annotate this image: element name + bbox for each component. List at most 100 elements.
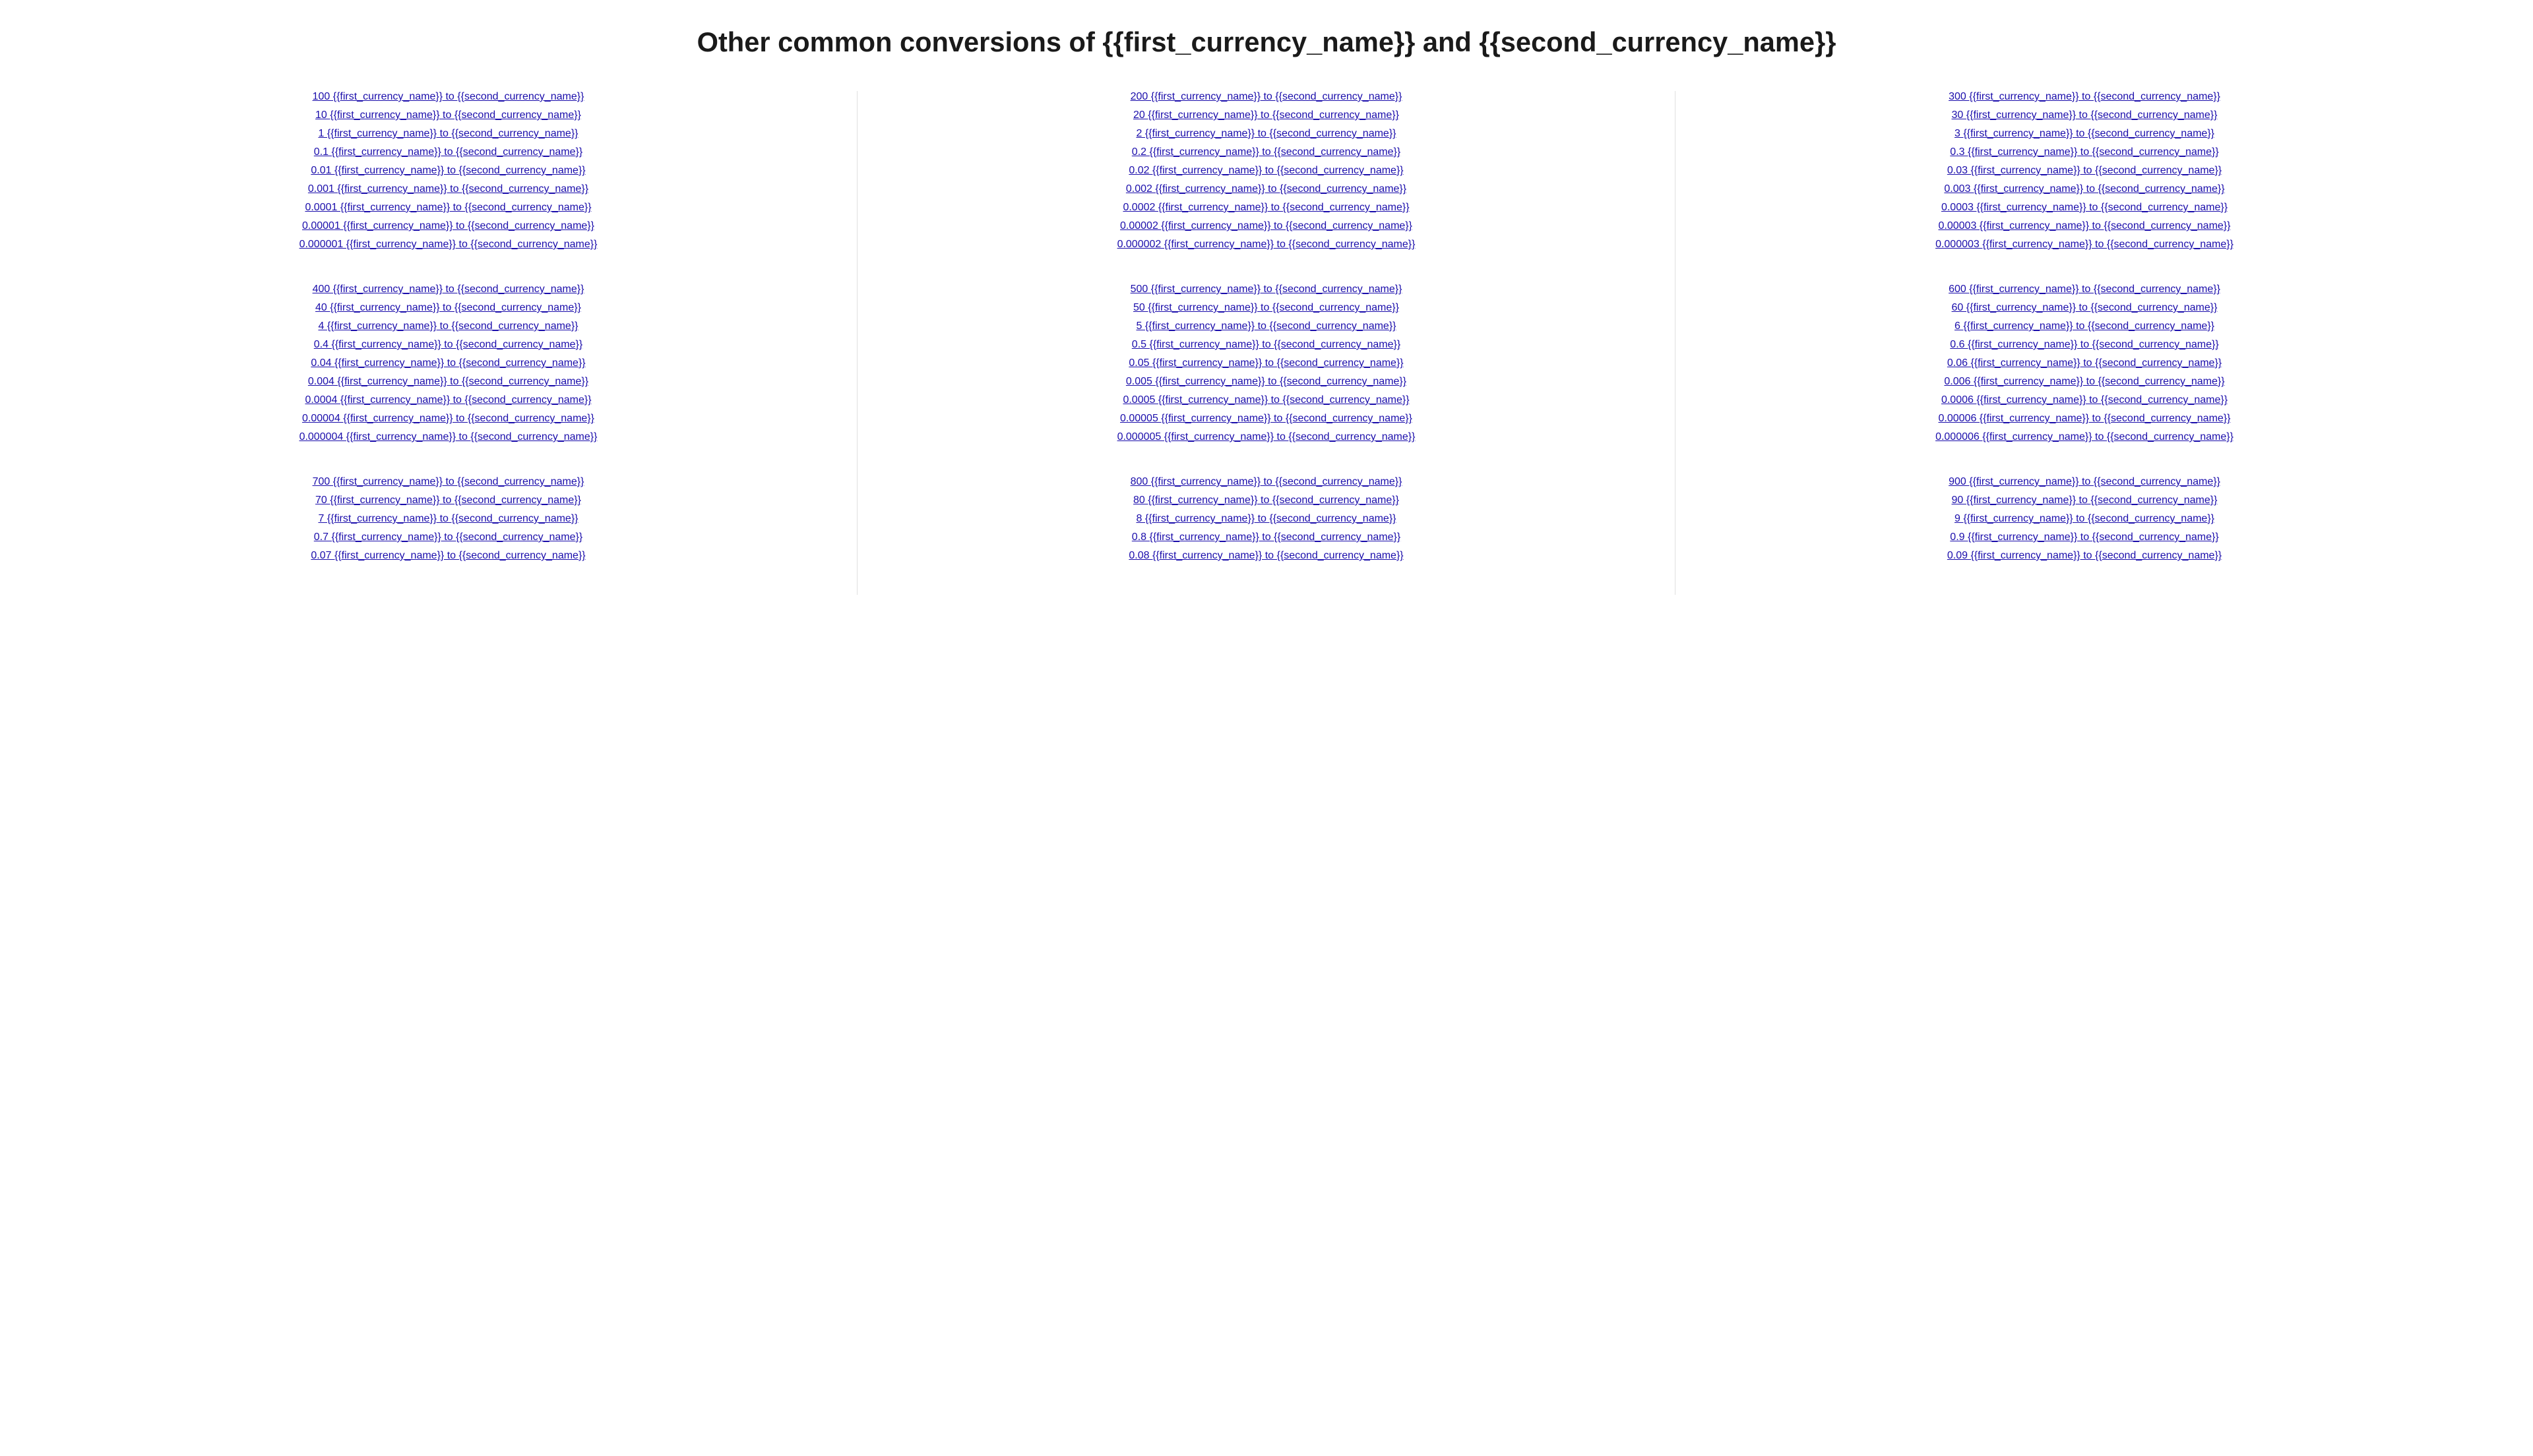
list-item: 0.01 {{first_currency_name}} to {{second… bbox=[53, 165, 844, 177]
list-item: 0.5 {{first_currency_name}} to {{second_… bbox=[871, 339, 1662, 351]
conversion-link[interactable]: 0.002 {{first_currency_name}} to {{secon… bbox=[1126, 183, 1406, 195]
conversion-link[interactable]: 0.000006 {{first_currency_name}} to {{se… bbox=[1935, 431, 2234, 442]
conversion-link[interactable]: 0.1 {{first_currency_name}} to {{second_… bbox=[314, 146, 582, 158]
conversion-link[interactable]: 0.006 {{first_currency_name}} to {{secon… bbox=[1944, 376, 2224, 387]
conversion-link[interactable]: 0.00001 {{first_currency_name}} to {{sec… bbox=[302, 220, 594, 231]
list-item: 0.000001 {{first_currency_name}} to {{se… bbox=[53, 239, 844, 251]
conversion-link[interactable]: 0.03 {{first_currency_name}} to {{second… bbox=[1947, 165, 2222, 176]
conversion-link[interactable]: 0.005 {{first_currency_name}} to {{secon… bbox=[1126, 376, 1406, 387]
list-item: 0.09 {{first_currency_name}} to {{second… bbox=[1689, 550, 2480, 562]
list-item: 0.000003 {{first_currency_name}} to {{se… bbox=[1689, 239, 2480, 251]
list-item: 0.2 {{first_currency_name}} to {{second_… bbox=[871, 146, 1662, 158]
conversion-link[interactable]: 0.0002 {{first_currency_name}} to {{seco… bbox=[1123, 202, 1409, 213]
conversion-link[interactable]: 0.000003 {{first_currency_name}} to {{se… bbox=[1935, 239, 2234, 250]
conversion-link[interactable]: 70 {{first_currency_name}} to {{second_c… bbox=[315, 495, 581, 506]
conversion-link[interactable]: 0.0003 {{first_currency_name}} to {{seco… bbox=[1941, 202, 2228, 213]
list-item: 0.00006 {{first_currency_name}} to {{sec… bbox=[1689, 413, 2480, 425]
conversion-link[interactable]: 0.09 {{first_currency_name}} to {{second… bbox=[1947, 550, 2222, 561]
list-item: 0.0006 {{first_currency_name}} to {{seco… bbox=[1689, 394, 2480, 406]
conversion-link[interactable]: 900 {{first_currency_name}} to {{second_… bbox=[1949, 476, 2220, 487]
list-item: 0.0005 {{first_currency_name}} to {{seco… bbox=[871, 394, 1662, 406]
conversion-link[interactable]: 0.004 {{first_currency_name}} to {{secon… bbox=[308, 376, 588, 387]
conversion-link[interactable]: 30 {{first_currency_name}} to {{second_c… bbox=[1952, 109, 2218, 121]
conversion-link[interactable]: 6 {{first_currency_name}} to {{second_cu… bbox=[1954, 320, 2214, 332]
list-item: 80 {{first_currency_name}} to {{second_c… bbox=[871, 495, 1662, 506]
list-item: 0.0003 {{first_currency_name}} to {{seco… bbox=[1689, 202, 2480, 214]
conversion-link[interactable]: 0.0005 {{first_currency_name}} to {{seco… bbox=[1123, 394, 1409, 406]
conversion-link[interactable]: 80 {{first_currency_name}} to {{second_c… bbox=[1133, 495, 1399, 506]
list-item: 700 {{first_currency_name}} to {{second_… bbox=[53, 476, 844, 488]
list-item: 0.6 {{first_currency_name}} to {{second_… bbox=[1689, 339, 2480, 351]
conversion-link[interactable]: 5 {{first_currency_name}} to {{second_cu… bbox=[1136, 320, 1396, 332]
conversion-link[interactable]: 60 {{first_currency_name}} to {{second_c… bbox=[1952, 302, 2218, 313]
list-item: 0.0002 {{first_currency_name}} to {{seco… bbox=[871, 202, 1662, 214]
list-item: 50 {{first_currency_name}} to {{second_c… bbox=[871, 302, 1662, 314]
conversion-link[interactable]: 0.001 {{first_currency_name}} to {{secon… bbox=[308, 183, 588, 195]
conversion-link[interactable]: 3 {{first_currency_name}} to {{second_cu… bbox=[1954, 128, 2214, 139]
list-item: 7 {{first_currency_name}} to {{second_cu… bbox=[53, 513, 844, 525]
conversion-link[interactable]: 0.000002 {{first_currency_name}} to {{se… bbox=[1117, 239, 1416, 250]
conversion-link[interactable]: 0.01 {{first_currency_name}} to {{second… bbox=[311, 165, 585, 176]
list-item: 0.4 {{first_currency_name}} to {{second_… bbox=[53, 339, 844, 351]
list-item: 0.3 {{first_currency_name}} to {{second_… bbox=[1689, 146, 2480, 158]
conversion-link[interactable]: 0.0004 {{first_currency_name}} to {{seco… bbox=[305, 394, 591, 406]
page-title: Other common conversions of {{first_curr… bbox=[40, 26, 2493, 58]
list-item: 800 {{first_currency_name}} to {{second_… bbox=[871, 476, 1662, 488]
conversion-link[interactable]: 0.06 {{first_currency_name}} to {{second… bbox=[1947, 357, 2222, 369]
conversions-grid: 100 {{first_currency_name}} to {{second_… bbox=[40, 91, 2493, 595]
conversion-link[interactable]: 0.5 {{first_currency_name}} to {{second_… bbox=[1132, 339, 1400, 350]
conversion-link[interactable]: 90 {{first_currency_name}} to {{second_c… bbox=[1952, 495, 2218, 506]
conversion-link[interactable]: 9 {{first_currency_name}} to {{second_cu… bbox=[1954, 513, 2214, 524]
conversion-link[interactable]: 4 {{first_currency_name}} to {{second_cu… bbox=[318, 320, 578, 332]
list-item: 0.003 {{first_currency_name}} to {{secon… bbox=[1689, 183, 2480, 195]
conversion-link[interactable]: 800 {{first_currency_name}} to {{second_… bbox=[1131, 476, 1402, 487]
conversion-link[interactable]: 0.4 {{first_currency_name}} to {{second_… bbox=[314, 339, 582, 350]
conversion-link[interactable]: 100 {{first_currency_name}} to {{second_… bbox=[313, 91, 584, 102]
list-item: 0.00003 {{first_currency_name}} to {{sec… bbox=[1689, 220, 2480, 232]
list-item: 0.8 {{first_currency_name}} to {{second_… bbox=[871, 531, 1662, 543]
conversion-link[interactable]: 0.2 {{first_currency_name}} to {{second_… bbox=[1132, 146, 1400, 158]
conversion-link[interactable]: 0.3 {{first_currency_name}} to {{second_… bbox=[1950, 146, 2218, 158]
conversion-link[interactable]: 300 {{first_currency_name}} to {{second_… bbox=[1949, 91, 2220, 102]
conversion-link[interactable]: 0.00005 {{first_currency_name}} to {{sec… bbox=[1120, 413, 1412, 424]
conversion-link[interactable]: 0.9 {{first_currency_name}} to {{second_… bbox=[1950, 531, 2218, 543]
conversion-link[interactable]: 0.000005 {{first_currency_name}} to {{se… bbox=[1117, 431, 1416, 442]
conversion-link[interactable]: 7 {{first_currency_name}} to {{second_cu… bbox=[318, 513, 578, 524]
list-item: 5 {{first_currency_name}} to {{second_cu… bbox=[871, 320, 1662, 332]
conversion-link[interactable]: 0.00006 {{first_currency_name}} to {{sec… bbox=[1939, 413, 2231, 424]
conversion-link[interactable]: 0.04 {{first_currency_name}} to {{second… bbox=[311, 357, 585, 369]
conversion-link[interactable]: 2 {{first_currency_name}} to {{second_cu… bbox=[1136, 128, 1396, 139]
conversion-link[interactable]: 40 {{first_currency_name}} to {{second_c… bbox=[315, 302, 581, 313]
conversion-link[interactable]: 0.7 {{first_currency_name}} to {{second_… bbox=[314, 531, 582, 543]
conversion-link[interactable]: 500 {{first_currency_name}} to {{second_… bbox=[1131, 284, 1402, 295]
list-item: 30 {{first_currency_name}} to {{second_c… bbox=[1689, 109, 2480, 121]
conversion-link[interactable]: 0.0006 {{first_currency_name}} to {{seco… bbox=[1941, 394, 2228, 406]
conversion-link[interactable]: 1 {{first_currency_name}} to {{second_cu… bbox=[318, 128, 578, 139]
list-item: 0.0001 {{first_currency_name}} to {{seco… bbox=[53, 202, 844, 214]
list-item: 0.00005 {{first_currency_name}} to {{sec… bbox=[871, 413, 1662, 425]
conversion-link[interactable]: 0.6 {{first_currency_name}} to {{second_… bbox=[1950, 339, 2218, 350]
conversion-link[interactable]: 0.08 {{first_currency_name}} to {{second… bbox=[1129, 550, 1403, 561]
conversion-link[interactable]: 0.02 {{first_currency_name}} to {{second… bbox=[1129, 165, 1403, 176]
conversion-link[interactable]: 50 {{first_currency_name}} to {{second_c… bbox=[1133, 302, 1399, 313]
list-item: 0.03 {{first_currency_name}} to {{second… bbox=[1689, 165, 2480, 177]
conversion-link[interactable]: 8 {{first_currency_name}} to {{second_cu… bbox=[1136, 513, 1396, 524]
conversion-link[interactable]: 0.000004 {{first_currency_name}} to {{se… bbox=[299, 431, 598, 442]
conversion-link[interactable]: 0.8 {{first_currency_name}} to {{second_… bbox=[1132, 531, 1400, 543]
conversion-link[interactable]: 0.0001 {{first_currency_name}} to {{seco… bbox=[305, 202, 591, 213]
conversion-link[interactable]: 0.000001 {{first_currency_name}} to {{se… bbox=[299, 239, 598, 250]
conversion-link[interactable]: 0.00004 {{first_currency_name}} to {{sec… bbox=[302, 413, 594, 424]
conversion-link[interactable]: 0.003 {{first_currency_name}} to {{secon… bbox=[1944, 183, 2224, 195]
conversion-link[interactable]: 10 {{first_currency_name}} to {{second_c… bbox=[315, 109, 581, 121]
conversion-link[interactable]: 0.00003 {{first_currency_name}} to {{sec… bbox=[1939, 220, 2231, 231]
conversion-link[interactable]: 600 {{first_currency_name}} to {{second_… bbox=[1949, 284, 2220, 295]
conversion-link[interactable]: 700 {{first_currency_name}} to {{second_… bbox=[313, 476, 584, 487]
conversion-link[interactable]: 200 {{first_currency_name}} to {{second_… bbox=[1131, 91, 1402, 102]
conversion-link[interactable]: 0.05 {{first_currency_name}} to {{second… bbox=[1129, 357, 1403, 369]
list-item: 0.000004 {{first_currency_name}} to {{se… bbox=[53, 431, 844, 443]
conversion-link[interactable]: 20 {{first_currency_name}} to {{second_c… bbox=[1133, 109, 1399, 121]
conversion-link[interactable]: 0.00002 {{first_currency_name}} to {{sec… bbox=[1120, 220, 1412, 231]
list-item: 200 {{first_currency_name}} to {{second_… bbox=[871, 91, 1662, 103]
conversion-link[interactable]: 400 {{first_currency_name}} to {{second_… bbox=[313, 284, 584, 295]
conversion-link[interactable]: 0.07 {{first_currency_name}} to {{second… bbox=[311, 550, 585, 561]
